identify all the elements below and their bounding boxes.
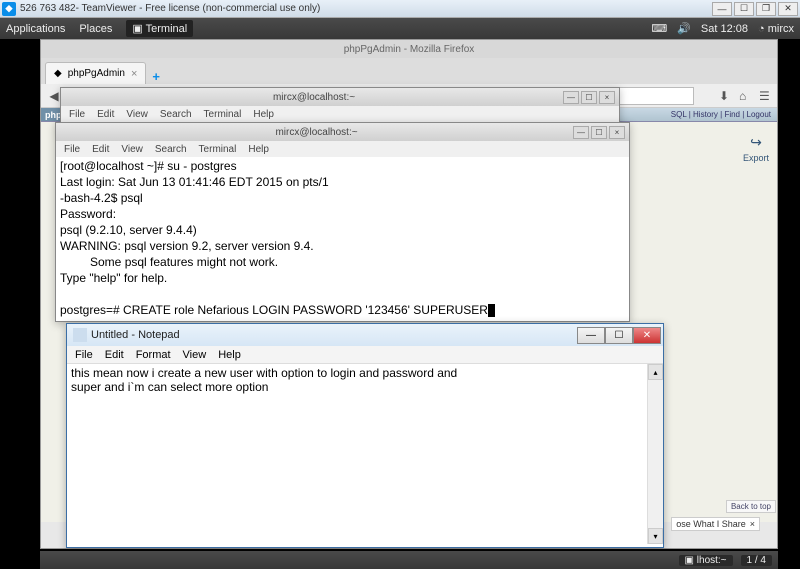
scroll-up-button[interactable]: ▴ (648, 364, 663, 380)
menu-file[interactable]: File (64, 144, 80, 155)
notepad-textarea[interactable]: this mean now i create a new user with o… (67, 364, 663, 544)
menu-edit[interactable]: Edit (105, 349, 124, 361)
firefox-titlebar: phpPgAdmin - Mozilla Firefox (41, 40, 777, 58)
close-button[interactable]: × (609, 126, 625, 139)
scroll-down-button[interactable]: ▾ (648, 528, 663, 544)
terminal-output[interactable]: [root@localhost ~]# su - postgres Last l… (56, 157, 629, 321)
sql-link[interactable]: SQL (671, 110, 687, 119)
notepad-menubar: File Edit Format View Help (67, 346, 663, 364)
menu-terminal[interactable]: Terminal (204, 109, 242, 120)
export-icon: ↪ (750, 134, 762, 151)
terminal-menubar: File Edit View Search Terminal Help (61, 106, 619, 122)
scrollbar[interactable]: ▴ ▾ (647, 364, 663, 544)
menu-file[interactable]: File (75, 349, 93, 361)
notepad-titlebar[interactable]: Untitled - Notepad — ☐ ✕ (67, 324, 663, 346)
menu-search[interactable]: Search (155, 144, 187, 155)
taskbar-item[interactable]: ▣ lhost:~ (679, 555, 733, 566)
find-link[interactable]: Find (724, 110, 740, 119)
downloads-icon[interactable]: ⬇ (719, 89, 733, 103)
minimize-button[interactable]: — (563, 91, 579, 104)
teamviewer-icon: ◆ (2, 2, 16, 16)
share-notification: ose What I Share× (671, 517, 760, 531)
user-menu[interactable]: ◔ mircx (758, 23, 794, 35)
menu-help[interactable]: Help (218, 349, 241, 361)
tab-label: phpPgAdmin (68, 68, 125, 79)
export-button[interactable]: ↪ Export (743, 134, 769, 514)
menu-help[interactable]: Help (253, 109, 274, 120)
minimize-button[interactable]: — (573, 126, 589, 139)
tab-favicon: ◆ (54, 68, 62, 79)
menu-help[interactable]: Help (248, 144, 269, 155)
new-tab-button[interactable]: + (146, 69, 166, 84)
terminal-titlebar[interactable]: mircx@localhost:~ — ☐ × (61, 88, 619, 106)
menu-search[interactable]: Search (160, 109, 192, 120)
gnome-top-panel: Applications Places ▣ Terminal ⌨ 🔊 Sat 1… (0, 18, 800, 39)
terminal-menubar: File Edit View Search Terminal Help (56, 141, 629, 157)
maximize-button[interactable]: ☐ (734, 2, 754, 16)
terminal-cursor (488, 304, 495, 317)
menu-format[interactable]: Format (136, 349, 171, 361)
workspace-pager[interactable]: 1 / 4 (741, 555, 772, 566)
maximize-button[interactable]: ☐ (591, 126, 607, 139)
remote-desktop: phpPgAdmin - Mozilla Firefox ◆ phpPgAdmi… (40, 39, 778, 547)
notepad-window[interactable]: Untitled - Notepad — ☐ ✕ File Edit Forma… (66, 323, 664, 548)
logout-link[interactable]: Logout (747, 110, 771, 119)
home-icon[interactable]: ⌂ (739, 89, 753, 103)
close-button[interactable]: ✕ (633, 327, 661, 344)
menu-view[interactable]: View (183, 349, 207, 361)
teamviewer-title: - TeamViewer - Free license (non-commerc… (76, 3, 321, 14)
teamviewer-window-controls: — ☐ ❐ ✕ (712, 2, 798, 16)
notepad-icon (73, 328, 87, 342)
close-button[interactable]: × (599, 91, 615, 104)
history-link[interactable]: History (693, 110, 718, 119)
minimize-button[interactable]: — (577, 327, 605, 344)
close-icon[interactable]: × (750, 519, 755, 529)
keyboard-indicator[interactable]: ⌨ (651, 22, 667, 35)
firefox-tab-bar: ◆ phpPgAdmin × + (41, 58, 777, 84)
close-button[interactable]: ✕ (778, 2, 798, 16)
bookmarks-icon[interactable]: ☰ (759, 89, 773, 103)
restore-button[interactable]: ❐ (756, 2, 776, 16)
menu-edit[interactable]: Edit (92, 144, 109, 155)
terminal-window-main[interactable]: mircx@localhost:~ — ☐ × File Edit View S… (55, 122, 630, 322)
active-app-indicator[interactable]: ▣ Terminal (126, 20, 193, 37)
menu-terminal[interactable]: Terminal (199, 144, 237, 155)
back-to-top-link[interactable]: Back to top (726, 500, 776, 513)
maximize-button[interactable]: ☐ (605, 327, 633, 344)
teamviewer-titlebar: ◆ 526 763 482 - TeamViewer - Free licens… (0, 0, 800, 18)
tab-close-icon[interactable]: × (131, 68, 137, 80)
clock[interactable]: Sat 12:08 (701, 23, 748, 35)
menu-file[interactable]: File (69, 109, 85, 120)
maximize-button[interactable]: ☐ (581, 91, 597, 104)
places-menu[interactable]: Places (79, 23, 112, 35)
volume-icon[interactable]: 🔊 (677, 22, 691, 35)
gnome-bottom-panel: ▣ lhost:~ 1 / 4 (40, 551, 778, 569)
minimize-button[interactable]: — (712, 2, 732, 16)
menu-view[interactable]: View (121, 144, 143, 155)
phppgadmin-toplinks: SQL | History | Find | Logout (665, 108, 777, 121)
menu-view[interactable]: View (126, 109, 148, 120)
teamviewer-session-id: 526 763 482 (20, 3, 76, 14)
firefox-tab[interactable]: ◆ phpPgAdmin × (45, 62, 146, 84)
applications-menu[interactable]: Applications (6, 23, 65, 35)
terminal-titlebar[interactable]: mircx@localhost:~ — ☐ × (56, 123, 629, 141)
menu-edit[interactable]: Edit (97, 109, 114, 120)
